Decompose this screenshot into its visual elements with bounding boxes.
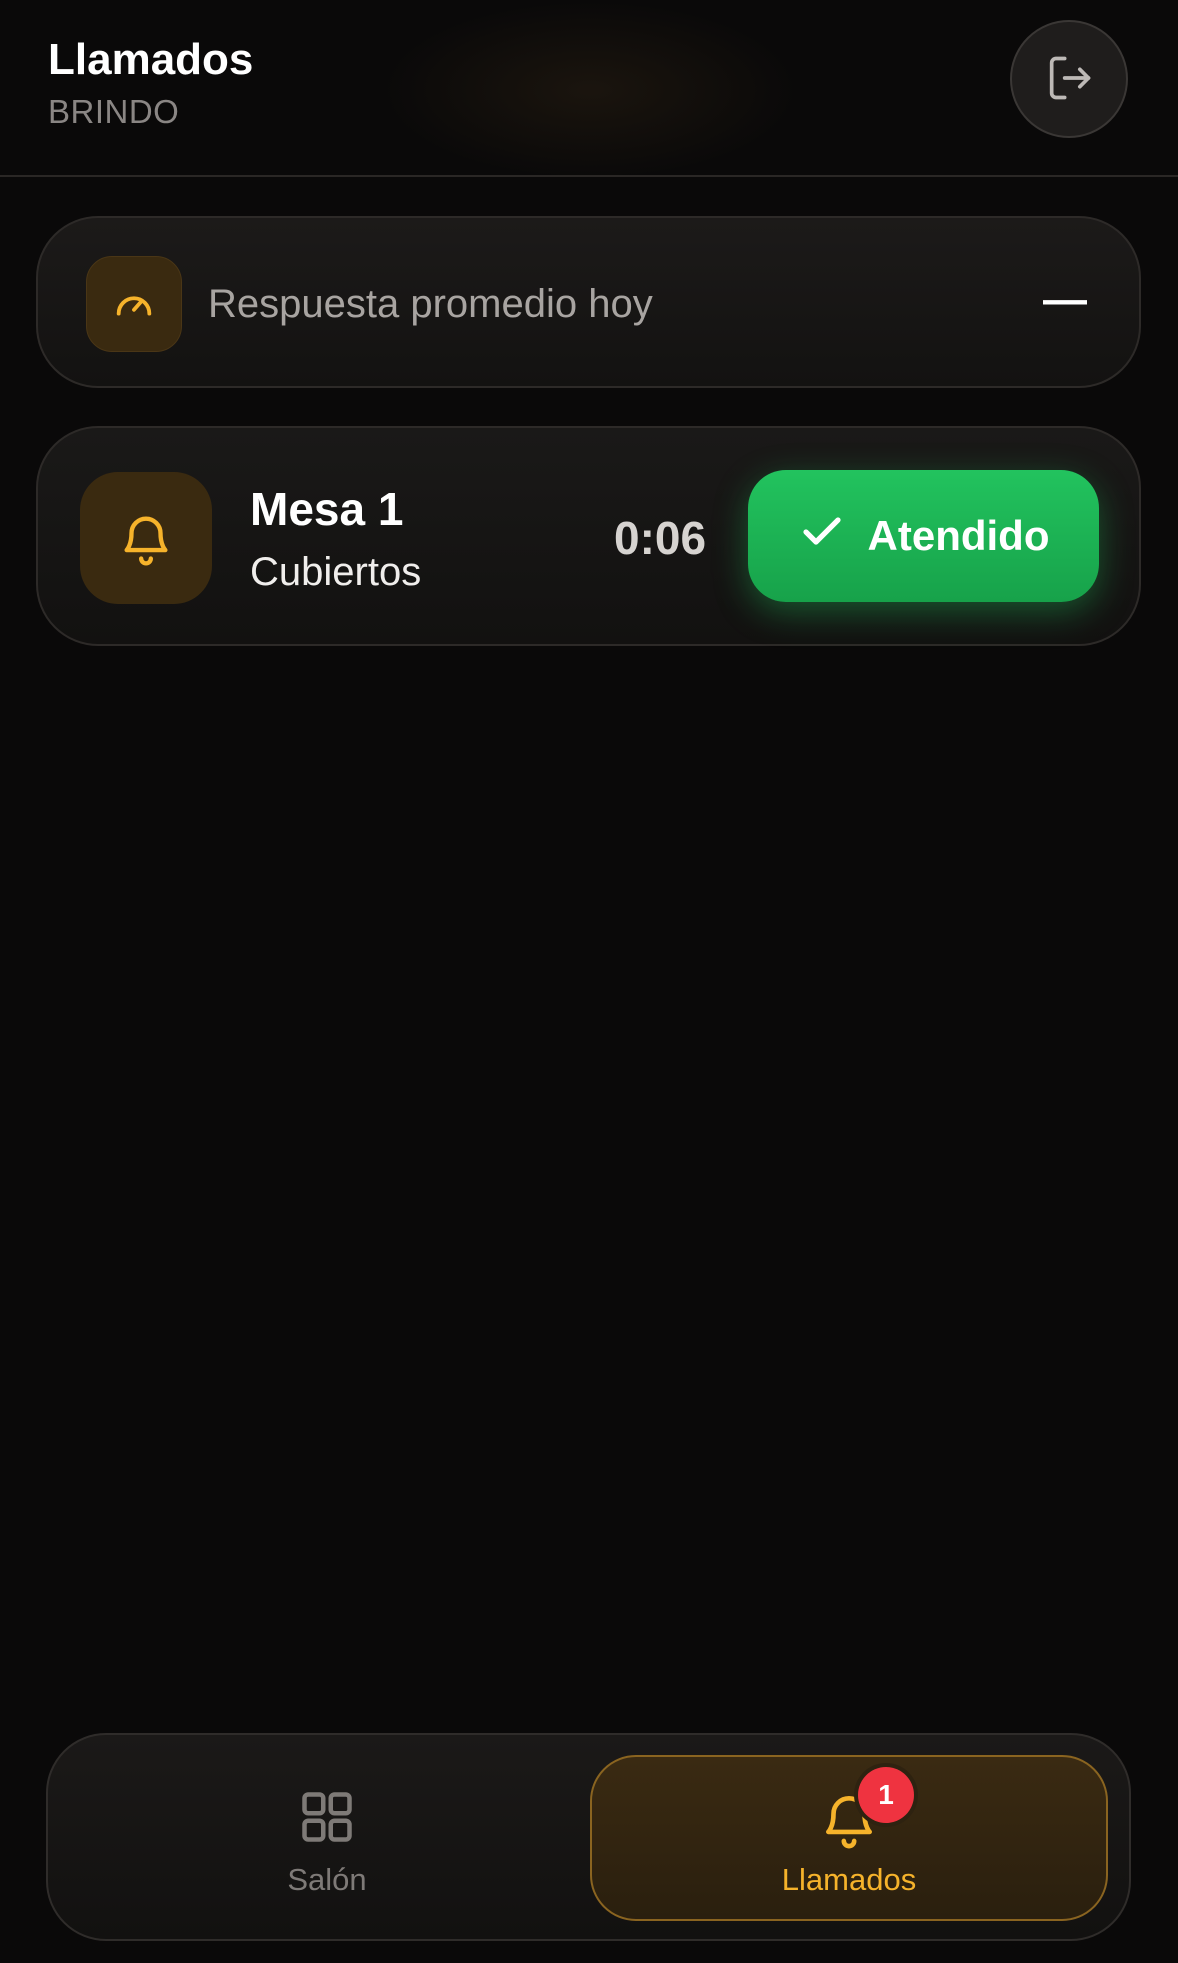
page-subtitle: BRINDO [48,93,180,130]
tab-llamados[interactable]: 1 Llamados [590,1755,1108,1921]
call-reason: Cubiertos [250,550,422,594]
attended-button[interactable]: Atendido [748,470,1099,602]
call-table-name: Mesa 1 [250,483,404,535]
tab-llamados-label: Llamados [781,1862,917,1897]
logout-button[interactable] [1010,20,1128,138]
average-response-value: — [1043,275,1087,324]
notification-badge: 1 [858,1767,914,1823]
page-title: Llamados [48,35,254,84]
call-elapsed-timer: 0:06 [614,512,707,564]
tab-salon-label: Salón [287,1862,367,1897]
logout-icon [1043,52,1095,107]
check-icon [798,507,846,565]
app-header: Llamados BRINDO [0,0,1178,177]
tab-salon[interactable]: Salón [68,1755,586,1921]
grid-icon [295,1785,359,1849]
bell-icon [80,472,212,604]
bottom-navigation: Salón 1 Llamados [46,1733,1131,1941]
average-response-card: Respuesta promedio hoy — [36,216,1141,388]
call-card: Mesa 1 Cubiertos 0:06 Atendido [36,426,1141,646]
attended-button-label: Atendido [867,512,1050,559]
average-response-label: Respuesta promedio hoy [208,282,653,326]
gauge-icon [86,256,182,352]
